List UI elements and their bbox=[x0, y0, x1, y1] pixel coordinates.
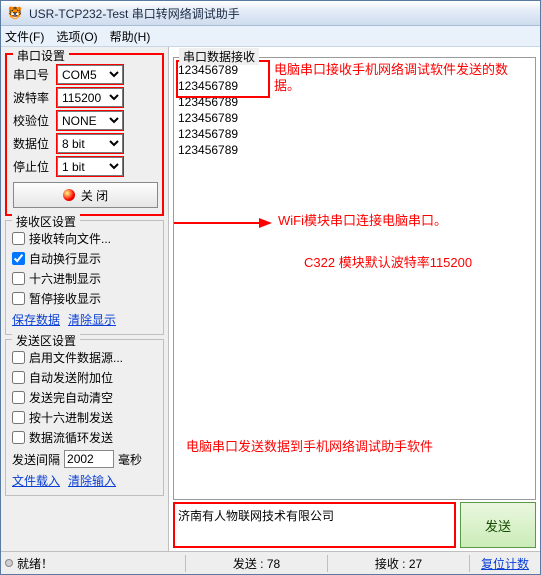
chk-auto-append[interactable] bbox=[12, 371, 25, 384]
link-save-data[interactable]: 保存数据 bbox=[12, 311, 60, 328]
arrow-icon bbox=[173, 208, 274, 238]
recv-textarea[interactable]: 123456789 123456789 123456789 123456789 … bbox=[173, 57, 536, 500]
recv-line: 123456789 bbox=[178, 142, 531, 158]
group-port-settings: 串口设置 串口号 COM5 波特率 115200 校验位 NONE 数据位 8 … bbox=[5, 53, 164, 216]
app-window: 🐯 USR-TCP232-Test 串口转网络调试助手 文件(F) 选项(O) … bbox=[0, 0, 541, 575]
lbl-ms: 毫秒 bbox=[118, 451, 142, 468]
status-send-count: 发送 : 78 bbox=[185, 555, 328, 572]
group-recv-title: 接收区设置 bbox=[12, 213, 80, 230]
titlebar: 🐯 USR-TCP232-Test 串口转网络调试助手 bbox=[1, 1, 540, 26]
lbl-auto-wrap: 自动换行显示 bbox=[29, 250, 101, 267]
recv-line: 123456789 bbox=[178, 110, 531, 126]
input-send-interval[interactable] bbox=[64, 450, 114, 468]
chk-hex-send[interactable] bbox=[12, 411, 25, 424]
close-port-label: 关 闭 bbox=[81, 187, 108, 204]
chk-recv-to-file[interactable] bbox=[12, 232, 25, 245]
group-send-title: 发送区设置 bbox=[12, 332, 80, 349]
lbl-file-source: 启用文件数据源... bbox=[29, 349, 123, 366]
lbl-hex-send: 按十六进制发送 bbox=[29, 409, 113, 426]
status-recv-count: 接收 : 27 bbox=[328, 555, 470, 572]
lbl-hex-display: 十六进制显示 bbox=[29, 270, 101, 287]
label-databits: 数据位 bbox=[13, 135, 53, 152]
select-port[interactable]: COM5 bbox=[57, 65, 123, 84]
chk-pause-recv[interactable] bbox=[12, 292, 25, 305]
reset-count-link[interactable]: 复位计数 bbox=[470, 555, 540, 572]
send-area: 济南有人物联网技术有限公司 发送 bbox=[173, 502, 536, 548]
lbl-send-interval: 发送间隔 bbox=[12, 451, 60, 468]
window-title: USR-TCP232-Test 串口转网络调试助手 bbox=[29, 5, 240, 22]
chk-auto-wrap[interactable] bbox=[12, 252, 25, 265]
recv-line: 123456789 bbox=[178, 126, 531, 142]
right-panel: 串口数据接收 123456789 123456789 123456789 123… bbox=[169, 47, 540, 551]
lbl-loop-send: 数据流循环发送 bbox=[29, 429, 113, 446]
label-baud: 波特率 bbox=[13, 89, 53, 106]
grip-icon bbox=[5, 559, 13, 567]
label-port: 串口号 bbox=[13, 66, 53, 83]
led-icon bbox=[63, 189, 75, 201]
lbl-auto-clear: 发送完自动清空 bbox=[29, 389, 113, 406]
recv-lines: 123456789 123456789 123456789 123456789 … bbox=[178, 62, 531, 158]
link-load-file[interactable]: 文件载入 bbox=[12, 472, 60, 489]
send-button[interactable]: 发送 bbox=[460, 502, 536, 548]
chk-auto-clear[interactable] bbox=[12, 391, 25, 404]
status-ready-text: 就绪！ bbox=[17, 555, 53, 572]
select-parity[interactable]: NONE bbox=[57, 111, 123, 130]
group-send-settings: 发送区设置 启用文件数据源... 自动发送附加位 发送完自动清空 按十六进制发送… bbox=[5, 339, 164, 496]
chk-loop-send[interactable] bbox=[12, 431, 25, 444]
label-parity: 校验位 bbox=[13, 112, 53, 129]
annotation-baud: C322 模块默认波特率115200 bbox=[304, 252, 472, 271]
menu-options[interactable]: 选项(O) bbox=[56, 28, 97, 45]
link-clear-input[interactable]: 清除输入 bbox=[68, 472, 116, 489]
lbl-auto-append: 自动发送附加位 bbox=[29, 369, 113, 386]
lbl-pause-recv: 暂停接收显示 bbox=[29, 290, 101, 307]
annotation-wifi: WiFi模块串口连接电脑串口。 bbox=[278, 210, 447, 229]
statusbar: 就绪！ 发送 : 78 接收 : 27 复位计数 bbox=[1, 551, 540, 574]
group-recv-settings: 接收区设置 接收转向文件... 自动换行显示 十六进制显示 暂停接收显示 保存数… bbox=[5, 220, 164, 335]
menubar: 文件(F) 选项(O) 帮助(H) bbox=[1, 26, 540, 47]
menu-file[interactable]: 文件(F) bbox=[5, 28, 44, 45]
left-panel: 串口设置 串口号 COM5 波特率 115200 校验位 NONE 数据位 8 … bbox=[1, 47, 169, 551]
select-stopbits[interactable]: 1 bit bbox=[57, 157, 123, 176]
annotation-send: 电脑串口发送数据到手机网络调试助手软件 bbox=[186, 436, 433, 455]
menu-help[interactable]: 帮助(H) bbox=[110, 28, 151, 45]
close-port-button[interactable]: 关 闭 bbox=[13, 182, 158, 208]
body: 串口设置 串口号 COM5 波特率 115200 校验位 NONE 数据位 8 … bbox=[1, 47, 540, 551]
chk-hex-display[interactable] bbox=[12, 272, 25, 285]
select-baud[interactable]: 115200 bbox=[57, 88, 123, 107]
status-ready: 就绪！ bbox=[1, 555, 185, 572]
recv-line: 123456789 bbox=[178, 78, 531, 94]
recv-area-title: 串口数据接收 bbox=[179, 48, 259, 65]
recv-line: 123456789 bbox=[178, 94, 531, 110]
lbl-recv-to-file: 接收转向文件... bbox=[29, 230, 111, 247]
chk-file-source[interactable] bbox=[12, 351, 25, 364]
app-icon: 🐯 bbox=[7, 5, 23, 21]
send-input-text: 济南有人物联网技术有限公司 bbox=[178, 509, 334, 523]
select-databits[interactable]: 8 bit bbox=[57, 134, 123, 153]
send-button-label: 发送 bbox=[485, 516, 511, 535]
send-input[interactable]: 济南有人物联网技术有限公司 bbox=[173, 502, 456, 548]
group-port-title: 串口设置 bbox=[13, 47, 69, 64]
link-clear-display[interactable]: 清除显示 bbox=[68, 311, 116, 328]
label-stopbits: 停止位 bbox=[13, 158, 53, 175]
